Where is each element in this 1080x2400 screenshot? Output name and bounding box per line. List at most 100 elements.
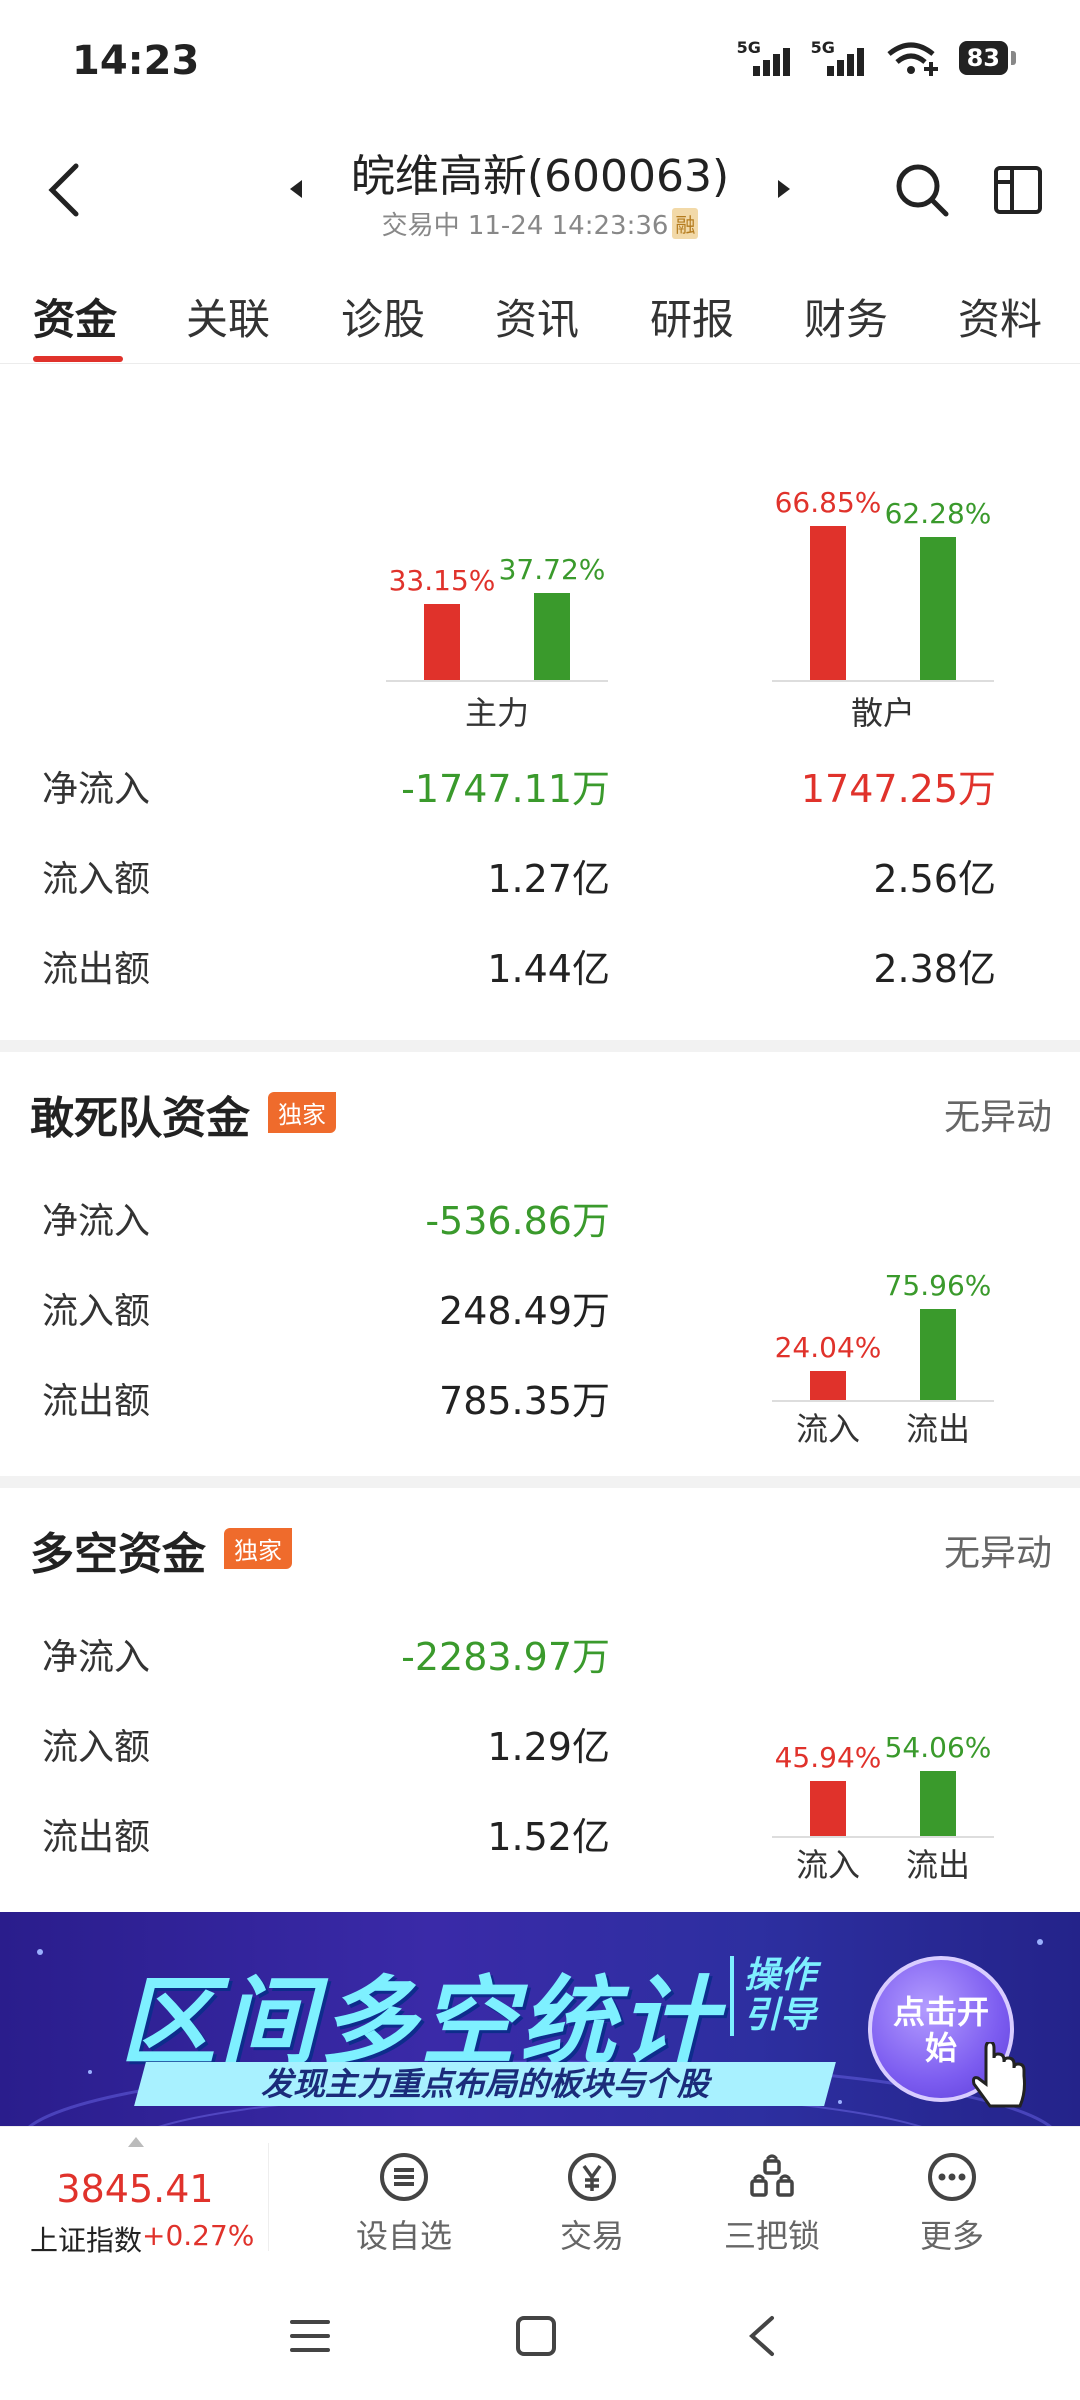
bottom-toolbar: 3845.41 上证指数 +0.27% 设自选 交易 三把锁 更多 <box>0 2126 1080 2266</box>
more-button[interactable]: 更多 <box>882 2151 1022 2257</box>
longshort-fund-title: 多空资金 <box>30 1529 206 1580</box>
hand-pointer-icon <box>972 2042 1026 2108</box>
dare-net-inflow: -536.86万 <box>425 1199 610 1243</box>
inflow-bar <box>424 603 460 680</box>
dare-fund-status[interactable]: 无异动 <box>860 1088 1052 1140</box>
dare-net-inflow-label: 净流入 <box>42 1201 151 1242</box>
index-name[interactable]: 上证指数 <box>30 2219 142 2259</box>
exclusive-badge: 独家 <box>268 1092 336 1133</box>
tab-profile[interactable]: 资料 <box>958 286 1042 347</box>
inflow-bar <box>810 1371 846 1400</box>
dare-inflow: 248.49万 <box>439 1289 610 1333</box>
ls-outflow-label: 流出额 <box>42 1817 151 1858</box>
home-icon[interactable] <box>514 2314 558 2358</box>
add-watchlist-button[interactable]: 设自选 <box>334 2151 474 2257</box>
margin-badge: 融 <box>672 208 699 239</box>
status-time: 14:23 <box>72 38 200 84</box>
retail-net-inflow: 1747.25万 <box>800 767 996 811</box>
tab-research[interactable]: 研报 <box>650 286 734 347</box>
trade-button[interactable]: 交易 <box>522 2151 662 2257</box>
status-icons: 5G 5G 83 <box>737 38 1017 78</box>
outflow-pct-label: 37.72% <box>498 553 606 587</box>
menu-icon[interactable] <box>288 2316 332 2356</box>
ls-inflow-label: 流入额 <box>42 1727 151 1768</box>
outflow-pct-label: 54.06% <box>884 1731 992 1765</box>
tab-news[interactable]: 资讯 <box>495 286 579 347</box>
inflow-axis-label: 流入 <box>795 1846 860 1884</box>
banner-guide-line: 引导 <box>744 1995 817 2036</box>
dare-outflow: 785.35万 <box>439 1379 610 1423</box>
index-change[interactable]: +0.27% <box>142 2219 254 2252</box>
more-label: 更多 <box>919 2217 984 2255</box>
outflow-pct-label: 62.28% <box>884 496 992 530</box>
next-stock-button[interactable] <box>778 180 790 198</box>
dare-inflow-label: 流入额 <box>42 1291 151 1332</box>
nav-back-icon[interactable] <box>744 2314 780 2358</box>
chart-baseline <box>772 680 994 682</box>
section-divider <box>0 1476 1080 1488</box>
outflow-axis-label: 流出 <box>905 1846 970 1884</box>
add-watchlist-label: 设自选 <box>355 2217 452 2255</box>
list-circle-icon <box>380 2153 428 2201</box>
signal-icon: 5G <box>811 38 871 78</box>
search-icon[interactable] <box>892 160 952 220</box>
inflow-axis-label: 流入 <box>795 1410 860 1448</box>
chart-category-label: 散户 <box>850 694 915 732</box>
toolbar-separator <box>268 2143 269 2251</box>
battery-indicator: 83 <box>958 41 1017 75</box>
chart-baseline <box>772 1400 994 1402</box>
inflow-label: 流入额 <box>42 859 151 900</box>
chart-baseline <box>386 680 608 682</box>
inflow-pct-label: 66.85% <box>774 486 882 520</box>
trade-label: 交易 <box>559 2217 624 2255</box>
dare-fund-title: 敢死队资金 <box>30 1093 250 1144</box>
wifi-icon <box>887 42 938 76</box>
tab-fund[interactable]: 资金 <box>33 286 117 347</box>
three-locks-button[interactable]: 三把锁 <box>702 2151 842 2257</box>
banner-guide-line: 操作 <box>744 1955 817 1996</box>
tab-bar: 资金 关联 诊股 资讯 研报 财务 资料 <box>0 280 1080 364</box>
inflow-pct-label: 33.15% <box>388 563 496 597</box>
system-nav-bar <box>0 2266 1080 2400</box>
more-dots-icon <box>928 2153 976 2201</box>
signal-icon: 5G <box>737 38 797 78</box>
three-locks-label: 三把锁 <box>723 2217 820 2255</box>
retail-inflow: 2.56亿 <box>873 857 996 901</box>
ls-net-inflow-label: 净流入 <box>42 1637 151 1678</box>
outflow-bar <box>534 593 570 680</box>
banner-subtitle-text: 发现主力重点布局的板块与个股 <box>260 2065 709 2103</box>
retail-outflow: 2.38亿 <box>873 947 996 991</box>
banner-guide: 操作 引导 <box>730 1956 816 2036</box>
banner-subtitle: 发现主力重点布局的板块与个股 <box>134 2062 836 2106</box>
exclusive-badge: 独家 <box>224 1528 292 1569</box>
outflow-pct-label: 75.96% <box>884 1268 992 1302</box>
main-outflow: 1.44亿 <box>487 947 610 991</box>
dare-outflow-label: 流出额 <box>42 1381 151 1422</box>
outflow-bar <box>920 1771 956 1836</box>
tab-related[interactable]: 关联 <box>186 286 270 347</box>
net-inflow-label: 净流入 <box>42 769 151 810</box>
main-net-inflow: -1747.11万 <box>401 767 610 811</box>
inflow-pct-label: 24.04% <box>774 1331 882 1365</box>
longshort-fund-status[interactable]: 无异动 <box>860 1524 1052 1576</box>
outflow-axis-label: 流出 <box>905 1410 970 1448</box>
promo-banner[interactable]: 区间多空统计 操作 引导 发现主力重点布局的板块与个股 点击开始 <box>0 1912 1080 2126</box>
inflow-bar <box>810 526 846 680</box>
inflow-pct-label: 45.94% <box>774 1740 882 1774</box>
active-tab-indicator <box>33 356 123 362</box>
yen-circle-icon <box>568 2153 616 2201</box>
expand-up-icon[interactable] <box>128 2137 144 2147</box>
outflow-label: 流出额 <box>42 949 151 990</box>
chart-baseline <box>772 1836 994 1838</box>
tab-finance[interactable]: 财务 <box>804 286 888 347</box>
outflow-bar <box>920 536 956 680</box>
locks-icon <box>750 2154 794 2197</box>
tab-diagnosis[interactable]: 诊股 <box>341 286 425 347</box>
outflow-bar <box>920 1308 956 1400</box>
section-divider <box>0 1040 1080 1052</box>
ls-outflow: 1.52亿 <box>487 1815 610 1859</box>
layout-switch-icon[interactable] <box>990 162 1046 218</box>
index-value[interactable]: 3845.41 <box>0 2167 270 2211</box>
chart-category-label: 主力 <box>464 694 529 732</box>
ls-inflow: 1.29亿 <box>487 1725 610 1769</box>
